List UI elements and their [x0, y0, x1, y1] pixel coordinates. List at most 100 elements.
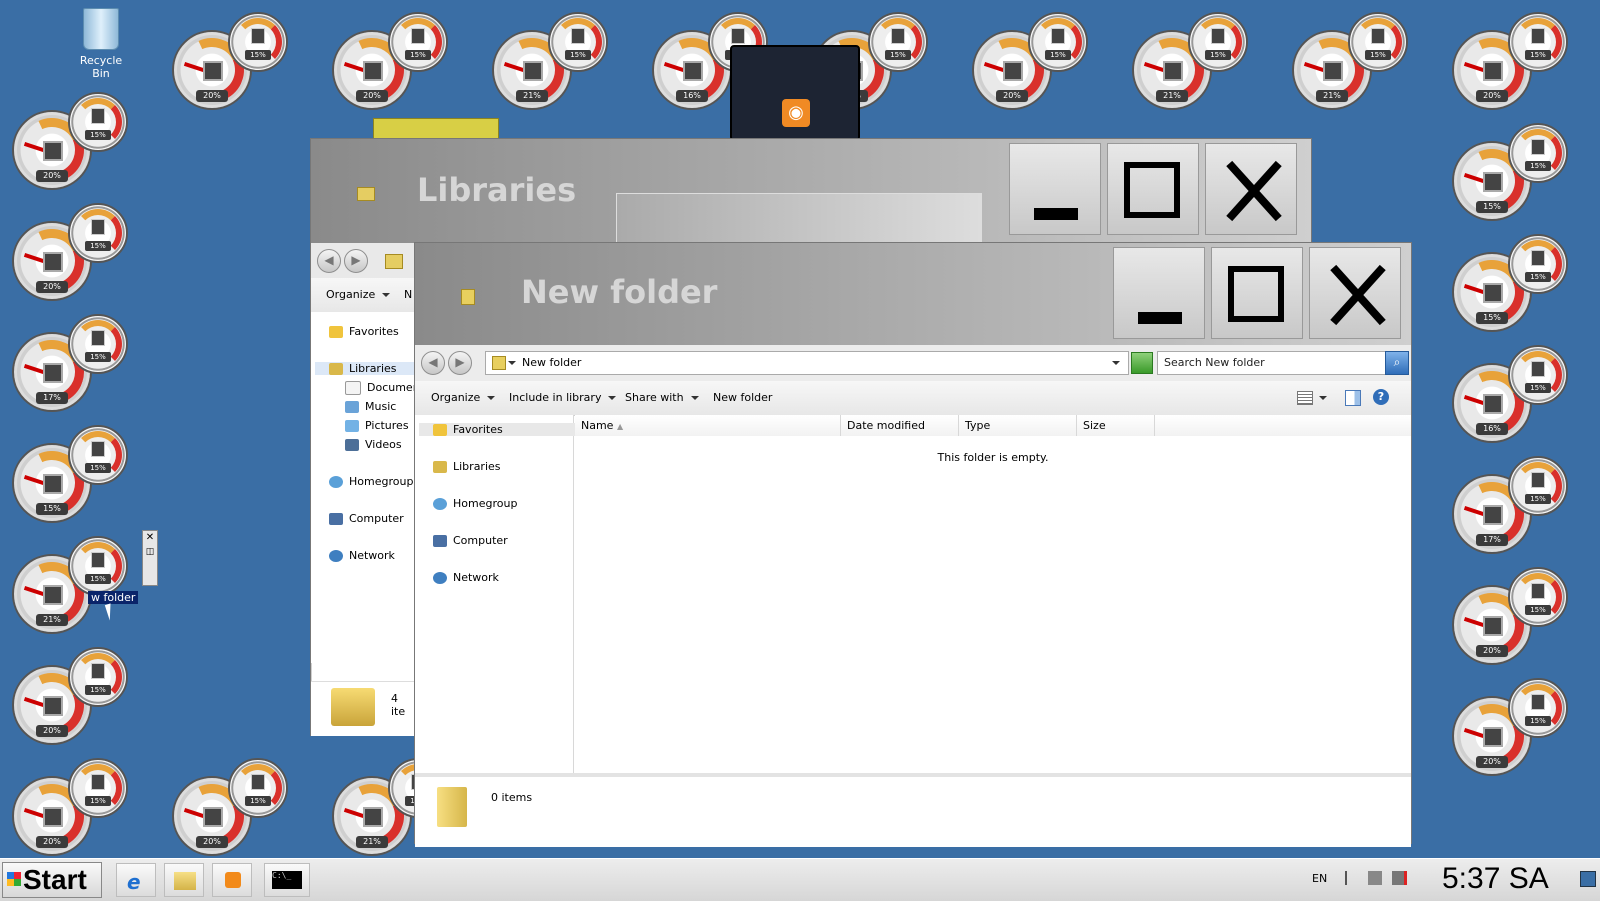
nav-label: Computer	[349, 512, 404, 525]
include-in-library-menu[interactable]: Include in library	[509, 391, 617, 404]
nav-network[interactable]: Network	[433, 571, 499, 584]
cpu-chip-icon	[1483, 616, 1503, 636]
network-tray-icon[interactable]	[1368, 871, 1382, 885]
minimize-button[interactable]	[1113, 247, 1205, 339]
help-icon[interactable]: ?	[1373, 389, 1389, 405]
preview-pane-icon[interactable]	[1345, 390, 1361, 406]
cpu-meter-gadget[interactable]: 20% 15%	[1452, 678, 1572, 776]
memory-usage-value: 15%	[85, 685, 111, 695]
internet-explorer-button[interactable]: e	[116, 863, 156, 897]
new-folder-window[interactable]: New folder ◀ ▶ New folder Search New fol…	[414, 242, 1412, 847]
cpu-meter-gadget[interactable]: 20% 15%	[172, 758, 292, 856]
gadget-options-icon[interactable]: ◫	[143, 545, 157, 559]
memory-chip-icon	[91, 441, 105, 457]
cpu-meter-gadget[interactable]: 15% 15%	[12, 425, 132, 523]
cpu-meter-gadget[interactable]: 20% 15%	[1452, 567, 1572, 665]
show-desktop-icon[interactable]	[1580, 871, 1596, 887]
address-dropdown-icon[interactable]	[1112, 361, 1120, 365]
column-name[interactable]: Name ▲	[575, 415, 841, 436]
back-button[interactable]: ◀	[317, 249, 341, 273]
feed-gadget[interactable]: ◉	[730, 45, 860, 141]
cpu-meter-gadget[interactable]: 16% 15%	[1452, 345, 1572, 443]
cpu-meter-gadget[interactable]: 20% 15%	[172, 12, 292, 110]
minimize-button[interactable]	[1009, 143, 1101, 235]
cpu-meter-gadget[interactable]: 20% 15%	[12, 647, 132, 745]
share-with-menu[interactable]: Share with	[625, 391, 699, 404]
nav-homegroup[interactable]: Homegroup	[329, 475, 413, 488]
recycle-bin[interactable]: Recycle Bin	[70, 8, 132, 80]
new-folder-button[interactable]: New folder	[713, 391, 772, 404]
address-bar[interactable]: New folder	[485, 351, 1129, 375]
nav-documents[interactable]: Document	[345, 381, 424, 395]
nav-videos[interactable]: Videos	[345, 438, 402, 451]
nav-favorites[interactable]: Favorites	[329, 325, 399, 338]
column-type[interactable]: Type	[959, 415, 1077, 436]
cpu-meter-gadget[interactable]: 20% 15%	[12, 758, 132, 856]
cpu-meter-gadget[interactable]: 20% 15%	[12, 92, 132, 190]
clock[interactable]: 5:37 SA	[1442, 862, 1549, 896]
cpu-meter-gadget[interactable]: 15% 15%	[1452, 123, 1572, 221]
libraries-toolbar: Organize N	[311, 278, 415, 313]
maximize-button[interactable]	[1211, 247, 1303, 339]
media-player-button[interactable]	[212, 863, 252, 897]
file-list[interactable]: Name ▲ Date modified Type Size This fold…	[575, 415, 1411, 773]
windows-explorer-button[interactable]	[164, 863, 204, 897]
maximize-button[interactable]	[1107, 143, 1199, 235]
cpu-meter-gadget[interactable]: 21% 15%	[1132, 12, 1252, 110]
forward-button[interactable]: ▶	[448, 351, 472, 375]
nav-libraries[interactable]: Libraries	[315, 362, 423, 375]
nav-pictures[interactable]: Pictures	[345, 419, 409, 432]
cpu-meter-gadget[interactable]: 20% 15%	[972, 12, 1092, 110]
start-button[interactable]: Start	[2, 862, 102, 898]
gauge-needle	[23, 586, 45, 596]
cpu-meter-gadget[interactable]: 20% 15%	[332, 12, 452, 110]
nav-network[interactable]: Network	[329, 549, 395, 562]
back-button[interactable]: ◀	[421, 351, 445, 375]
cpu-meter-gadget[interactable]: 17% 15%	[1452, 456, 1572, 554]
nav-computer[interactable]: Computer	[433, 534, 508, 547]
view-dropdown-icon[interactable]	[1319, 396, 1327, 400]
close-gadget-icon[interactable]: ✕	[143, 531, 157, 545]
cpu-meter-gadget[interactable]: 20% 15%	[1452, 12, 1572, 110]
nav-homegroup[interactable]: Homegroup	[433, 497, 517, 510]
organize-menu[interactable]: Organize	[431, 391, 496, 404]
cpu-usage-value: 20%	[356, 90, 388, 102]
nav-favorites[interactable]: Favorites	[419, 423, 583, 436]
toolbar-partial-item[interactable]: N	[404, 288, 412, 301]
refresh-icon[interactable]	[1131, 352, 1153, 374]
status-text: 4 ite	[391, 692, 406, 718]
language-indicator[interactable]: EN	[1312, 872, 1327, 885]
cpu-meter-gadget[interactable]: 17% 15%	[12, 314, 132, 412]
cpu-chip-icon	[1323, 61, 1343, 81]
gadget-controls[interactable]: ✕ ◫	[142, 530, 158, 586]
new-folder-titlebar[interactable]: New folder	[415, 243, 1411, 345]
column-date-modified[interactable]: Date modified	[841, 415, 959, 436]
nav-libraries[interactable]: Libraries	[433, 460, 501, 473]
memory-gauge-icon: 15%	[1508, 123, 1568, 183]
action-center-flag-icon[interactable]	[1345, 871, 1361, 885]
search-icon[interactable]: ⌕	[1385, 351, 1409, 375]
cpu-meter-gadget[interactable]: 21% 15%	[1292, 12, 1412, 110]
organize-menu[interactable]: Organize	[326, 288, 391, 301]
search-input[interactable]: Search New folder	[1157, 351, 1387, 375]
view-options-icon[interactable]	[1297, 391, 1313, 405]
command-prompt-button[interactable]: C:\_	[264, 863, 310, 897]
nav-label: Favorites	[453, 423, 503, 436]
forward-button[interactable]: ▶	[344, 249, 368, 273]
volume-muted-icon[interactable]	[1392, 871, 1407, 885]
libraries-titlebar[interactable]: Libraries	[311, 139, 1311, 247]
media-player-icon	[225, 872, 241, 888]
cpu-chip-icon	[363, 807, 383, 827]
memory-chip-icon	[891, 28, 905, 44]
cpu-meter-gadget[interactable]: 15% 15%	[1452, 234, 1572, 332]
close-button[interactable]	[1309, 247, 1401, 339]
column-size[interactable]: Size	[1077, 415, 1155, 436]
search-placeholder: Search New folder	[1164, 356, 1265, 369]
libraries-navbar: ◀ ▶	[311, 243, 415, 278]
memory-usage-value: 15%	[245, 796, 271, 806]
cpu-meter-gadget[interactable]: 20% 15%	[12, 203, 132, 301]
cpu-meter-gadget[interactable]: 21% 15%	[492, 12, 612, 110]
nav-computer[interactable]: Computer	[329, 512, 404, 525]
nav-music[interactable]: Music	[345, 400, 396, 413]
close-button[interactable]	[1205, 143, 1297, 235]
